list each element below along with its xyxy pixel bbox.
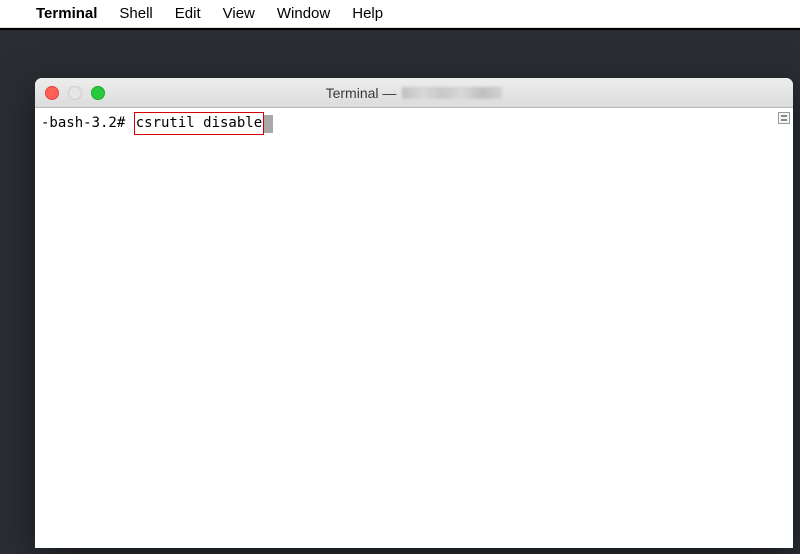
menu-app-name[interactable]: Terminal xyxy=(36,5,97,22)
window-title: Terminal — xyxy=(35,85,793,101)
zoom-button[interactable] xyxy=(91,86,105,100)
window-titlebar[interactable]: Terminal — xyxy=(35,78,793,108)
command-text: csrutil disable xyxy=(134,112,264,135)
terminal-line: -bash-3.2# csrutil disable xyxy=(41,112,787,135)
menu-help[interactable]: Help xyxy=(352,5,383,22)
system-menubar: Terminal Shell Edit View Window Help xyxy=(0,0,800,28)
terminal-window[interactable]: Terminal — -bash-3.2# csrutil disable xyxy=(35,78,793,548)
menu-view[interactable]: View xyxy=(223,5,255,22)
menu-shell[interactable]: Shell xyxy=(119,5,152,22)
menu-edit[interactable]: Edit xyxy=(175,5,201,22)
shell-prompt: -bash-3.2# xyxy=(41,113,134,134)
desktop-background: Terminal — -bash-3.2# csrutil disable xyxy=(0,28,800,554)
traffic-lights xyxy=(45,86,105,100)
minimize-button[interactable] xyxy=(68,86,82,100)
cursor-icon xyxy=(264,115,273,133)
scroll-indicator-icon[interactable] xyxy=(778,112,790,124)
menu-window[interactable]: Window xyxy=(277,5,330,22)
close-button[interactable] xyxy=(45,86,59,100)
terminal-content-area[interactable]: -bash-3.2# csrutil disable xyxy=(35,108,793,548)
window-title-obscured xyxy=(402,87,502,99)
window-title-text: Terminal — xyxy=(326,85,397,101)
